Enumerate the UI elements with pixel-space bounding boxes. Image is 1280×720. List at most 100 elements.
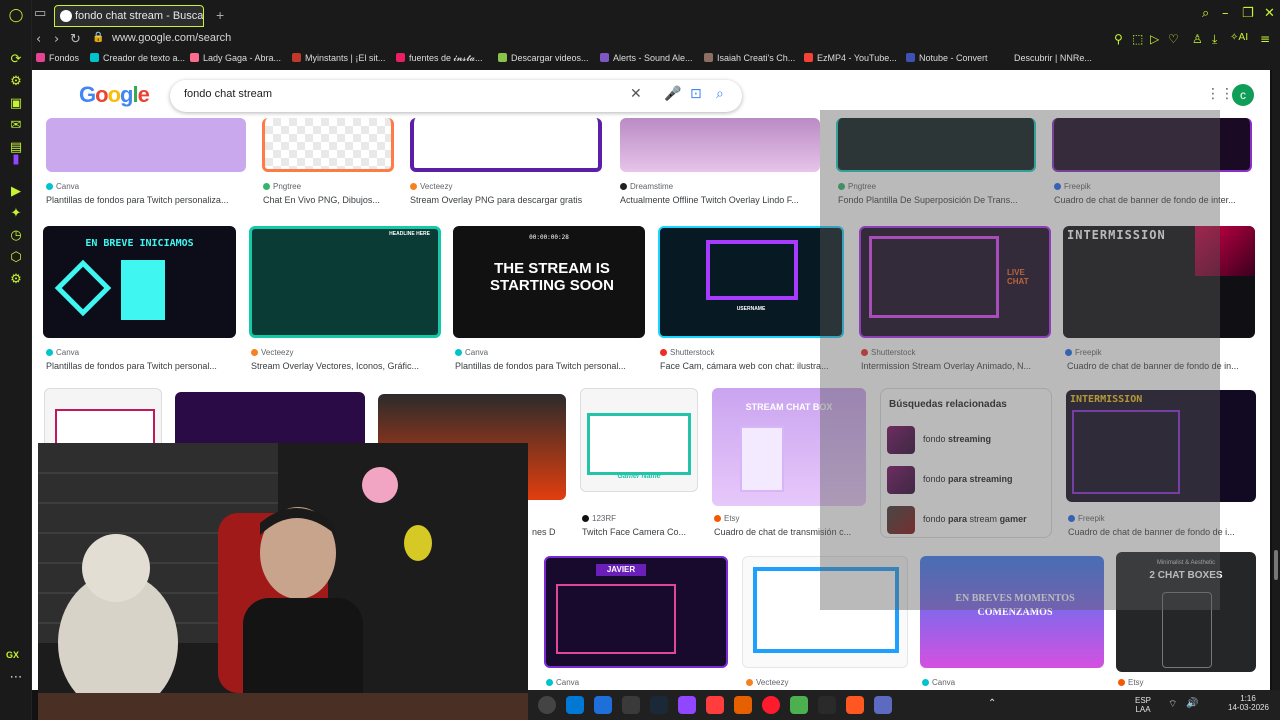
image-thumbnail[interactable]: INTERMISSION [1063,226,1255,338]
steam-icon[interactable] [650,696,668,714]
reload-button[interactable]: ↻ [70,32,81,47]
image-thumbnail[interactable]: STREAM CHAT BOX [712,388,866,506]
search-icon[interactable]: ⌕ [716,86,724,102]
workspace-icon[interactable]: ▭ [34,6,46,21]
new-tab-button[interactable]: + [216,7,224,23]
result-title[interactable]: Cuadro de chat de banner de fondo de int… [1054,195,1254,205]
send-icon[interactable]: ▷ [1150,32,1159,46]
result-title[interactable]: Twitch Face Camera Co... [582,527,700,537]
result-title[interactable]: Intermission Stream Overlay Animado, N..… [861,361,1051,371]
bookmark-item[interactable]: EzMP4 - YouTube... [804,53,897,63]
voice-search-icon[interactable]: 🎤 [664,86,681,102]
settings-gear-icon[interactable]: ⚙ [8,272,24,288]
bookmark-item[interactable]: Fondos [36,53,79,63]
epic-games-icon[interactable] [818,696,836,714]
more-icon[interactable]: ⋯ [8,670,24,686]
bookmark-item[interactable]: Descargar videos... [498,53,589,63]
app-icon[interactable] [594,696,612,714]
bookmark-item[interactable]: Lady Gaga - Abra... [190,53,281,63]
scrollbar-thumb[interactable] [1274,550,1278,580]
result-title[interactable]: Plantillas de fondos para Twitch persona… [455,361,645,371]
image-thumbnail[interactable]: USERNAME [658,226,844,338]
start-icon[interactable] [538,696,556,714]
bookmark-item[interactable]: Descubrir | NNRe... [1014,53,1092,63]
bookmark-item[interactable]: Notube - Convert [906,53,988,63]
avatar[interactable]: c [1232,84,1254,106]
result-title[interactable]: Actualmente Offline Twitch Overlay Lindo… [620,195,820,205]
firefox-icon[interactable] [734,696,752,714]
gx-corner-icon[interactable]: ▣ [8,96,24,112]
result-title[interactable]: Cuadro de chat de transmisión c... [714,527,866,537]
result-title[interactable]: Cuadro de chat de banner de fondo de in.… [1067,361,1255,371]
twitch-icon[interactable]: ▮ [8,152,24,168]
related-search-item[interactable]: fondo streaming [887,425,1047,455]
related-search-item[interactable]: fondo para stream gamer [887,505,1047,535]
google-logo[interactable]: Google [79,82,150,108]
result-title[interactable]: Stream Overlay PNG para descargar gratis [410,195,610,205]
search-taskbar-icon[interactable] [566,696,584,714]
speed-dial-icon[interactable]: ⟳ [8,52,24,68]
pin-icon[interactable]: ⚲ [1114,32,1123,46]
language-indicator[interactable]: ESP LAA [1128,696,1158,714]
image-thumbnail[interactable] [620,118,820,172]
result-title[interactable]: Chat En Vivo PNG, Dibujos... [263,195,397,205]
volume-icon[interactable]: 🔊 [1186,698,1198,709]
image-thumbnail[interactable]: HEADLINE HERE [249,226,441,338]
download-icon[interactable]: ⤓ [1212,32,1217,47]
image-thumbnail[interactable]: EN BREVE INICIAMOS [43,226,236,338]
snapshot-icon[interactable]: ⬚ [1132,32,1143,46]
app-icon[interactable] [874,696,892,714]
messenger-icon[interactable]: ✉ [8,118,24,134]
clock[interactable]: 1:16 14-03-2026 [1228,694,1269,712]
image-thumbnail[interactable]: INTERMISSION [1066,390,1256,502]
network-icon[interactable]: ⌔ [1168,698,1177,711]
image-thumbnail[interactable]: 00:00:00:28 THE STREAM IS STARTING SOON [453,226,645,338]
search-input[interactable]: fondo chat stream [184,88,272,100]
result-title[interactable]: Stream Overlay Vectores, Iconos, Gráfic.… [251,361,441,371]
app-icon[interactable] [706,696,724,714]
menu-icon[interactable]: ≡ [1260,32,1270,46]
url-field[interactable]: www.google.com/search [112,32,231,44]
app-icon[interactable] [622,696,640,714]
back-button[interactable]: ‹ [36,32,41,47]
profile-icon[interactable]: ♙ [1192,32,1203,46]
app-icon[interactable] [846,696,864,714]
result-title[interactable]: Fondo Plantilla De Superposición De Tran… [838,195,1038,205]
app-icon[interactable] [678,696,696,714]
image-thumbnail[interactable]: LIVE CHAT [859,226,1051,338]
tray-chevron-icon[interactable]: ⌃ [988,698,996,709]
result-title[interactable]: Face Cam, cámara web con chat: ilustra..… [660,361,844,371]
ai-button[interactable]: ✧AI [1230,32,1248,43]
image-thumbnail[interactable] [46,118,246,172]
maximize-button[interactable]: ❐ [1242,6,1254,21]
tab-google-search[interactable]: fondo chat stream - Busca [54,5,204,27]
image-thumbnail[interactable]: EN BREVES MOMENTOS COMENZAMOS [920,556,1104,668]
extensions-icon[interactable]: ⬡ [8,250,24,266]
image-thumbnail[interactable]: Minimalist & Aesthetic 2 CHAT BOXES [1116,552,1256,672]
result-title[interactable]: Cuadro de chat de banner de fondo de i..… [1068,527,1258,537]
close-window-button[interactable]: ✕ [1264,6,1275,21]
minimize-button[interactable]: – [1222,6,1229,21]
related-search-item[interactable]: fondo para streaming [887,465,1047,495]
search-box[interactable]: fondo chat stream ✕ 🎤 ⊡ ⌕ [170,80,742,112]
gx-control-icon[interactable]: ⚙ [8,74,24,90]
bookmark-item[interactable]: Creador de texto a... [90,53,185,63]
image-thumbnail[interactable] [44,388,162,448]
opera-logo-icon[interactable]: ◯ [8,8,24,24]
image-thumbnail[interactable] [836,118,1036,172]
image-thumbnail[interactable] [262,118,394,172]
image-thumbnail[interactable] [410,118,602,172]
bookmark-item[interactable]: Isaiah Creati's Ch... [704,53,795,63]
bookmark-item[interactable]: fuentes de 𝓲𝓷𝓼𝓽𝓪... [396,53,483,64]
result-title[interactable]: Plantillas de fondos para Twitch persona… [46,195,246,205]
pinboard-icon[interactable]: ✦ [8,206,24,222]
history-icon[interactable]: ◷ [8,228,24,244]
opera-gx-icon[interactable] [762,696,780,714]
app-icon[interactable] [790,696,808,714]
image-thumbnail[interactable] [1052,118,1252,172]
bookmark-item[interactable]: Alerts - Sound Ale... [600,53,693,63]
image-thumbnail[interactable] [742,556,908,668]
google-apps-icon[interactable]: ⋮⋮ [1206,86,1234,102]
heart-icon[interactable]: ♡ [1168,32,1179,46]
result-title-partial[interactable]: nes D [532,527,566,537]
